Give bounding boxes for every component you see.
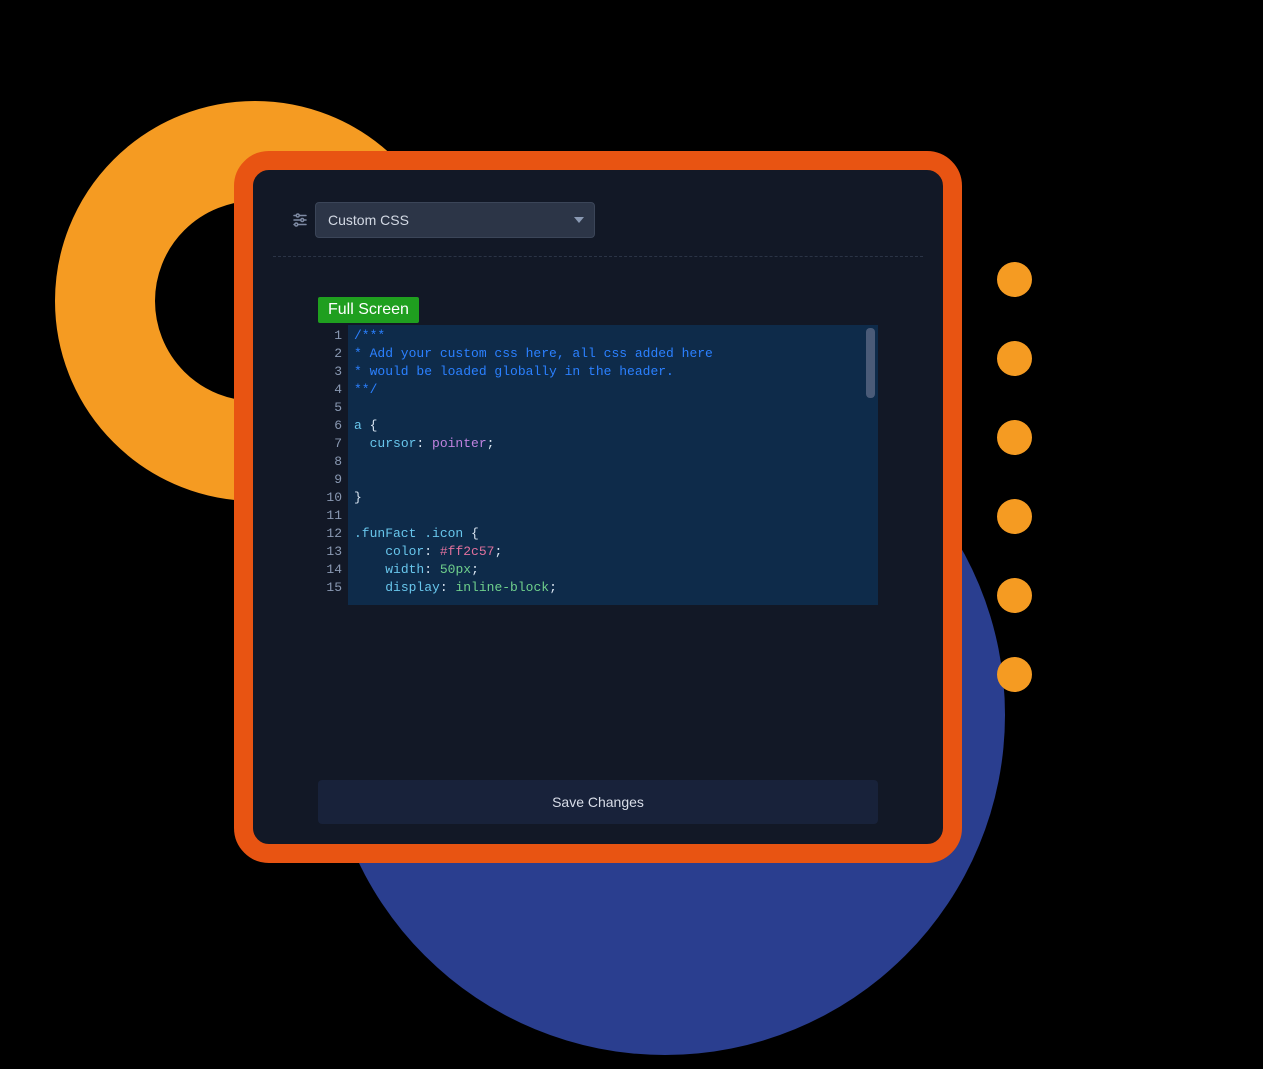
code-line[interactable]: cursor: pointer; — [354, 435, 872, 453]
full-screen-button[interactable]: Full Screen — [318, 297, 419, 323]
dot-icon — [997, 657, 1032, 692]
line-number: 11 — [322, 507, 342, 525]
line-number: 5 — [322, 399, 342, 417]
code-line[interactable] — [354, 471, 872, 489]
code-line[interactable] — [354, 399, 872, 417]
dot-icon — [997, 420, 1032, 455]
line-number: 3 — [322, 363, 342, 381]
dot-icon — [997, 499, 1032, 534]
line-number-gutter: 123456789101112131415 — [318, 325, 348, 605]
line-number: 13 — [322, 543, 342, 561]
code-line[interactable]: **/ — [354, 381, 872, 399]
dot-icon — [997, 262, 1032, 297]
code-line[interactable] — [354, 507, 872, 525]
line-number: 15 — [322, 579, 342, 597]
line-number: 2 — [322, 345, 342, 363]
line-number: 1 — [322, 327, 342, 345]
dot-icon — [997, 578, 1032, 613]
code-line[interactable]: } — [354, 489, 872, 507]
line-number: 8 — [322, 453, 342, 471]
line-number: 12 — [322, 525, 342, 543]
code-line[interactable]: display: inline-block; — [354, 579, 872, 597]
code-line[interactable]: * Add your custom css here, all css adde… — [354, 345, 872, 363]
code-line[interactable] — [354, 453, 872, 471]
code-editor[interactable]: 123456789101112131415 /**** Add your cus… — [318, 325, 878, 605]
editor-wrap: Full Screen 123456789101112131415 /**** … — [273, 257, 923, 740]
code-line[interactable]: * would be loaded globally in the header… — [354, 363, 872, 381]
line-number: 14 — [322, 561, 342, 579]
code-content[interactable]: /**** Add your custom css here, all css … — [348, 325, 878, 605]
select-label: Custom CSS — [328, 212, 409, 228]
select-row: Custom CSS — [273, 202, 923, 257]
dot-icon — [997, 341, 1032, 376]
line-number: 7 — [322, 435, 342, 453]
settings-panel: Custom CSS Full Screen 12345678910111213… — [234, 151, 962, 863]
line-number: 9 — [322, 471, 342, 489]
code-line[interactable]: .funFact .icon { — [354, 525, 872, 543]
line-number: 6 — [322, 417, 342, 435]
decorative-dot-column — [997, 262, 1032, 692]
custom-css-select[interactable]: Custom CSS — [315, 202, 595, 238]
scrollbar-thumb[interactable] — [866, 328, 875, 398]
code-line[interactable]: width: 50px; — [354, 561, 872, 579]
save-changes-button[interactable]: Save Changes — [318, 780, 878, 824]
sliders-icon — [285, 202, 315, 238]
line-number: 4 — [322, 381, 342, 399]
chevron-down-icon — [574, 217, 584, 223]
line-number: 10 — [322, 489, 342, 507]
code-line[interactable]: /*** — [354, 327, 872, 345]
code-line[interactable]: color: #ff2c57; — [354, 543, 872, 561]
code-line[interactable]: a { — [354, 417, 872, 435]
